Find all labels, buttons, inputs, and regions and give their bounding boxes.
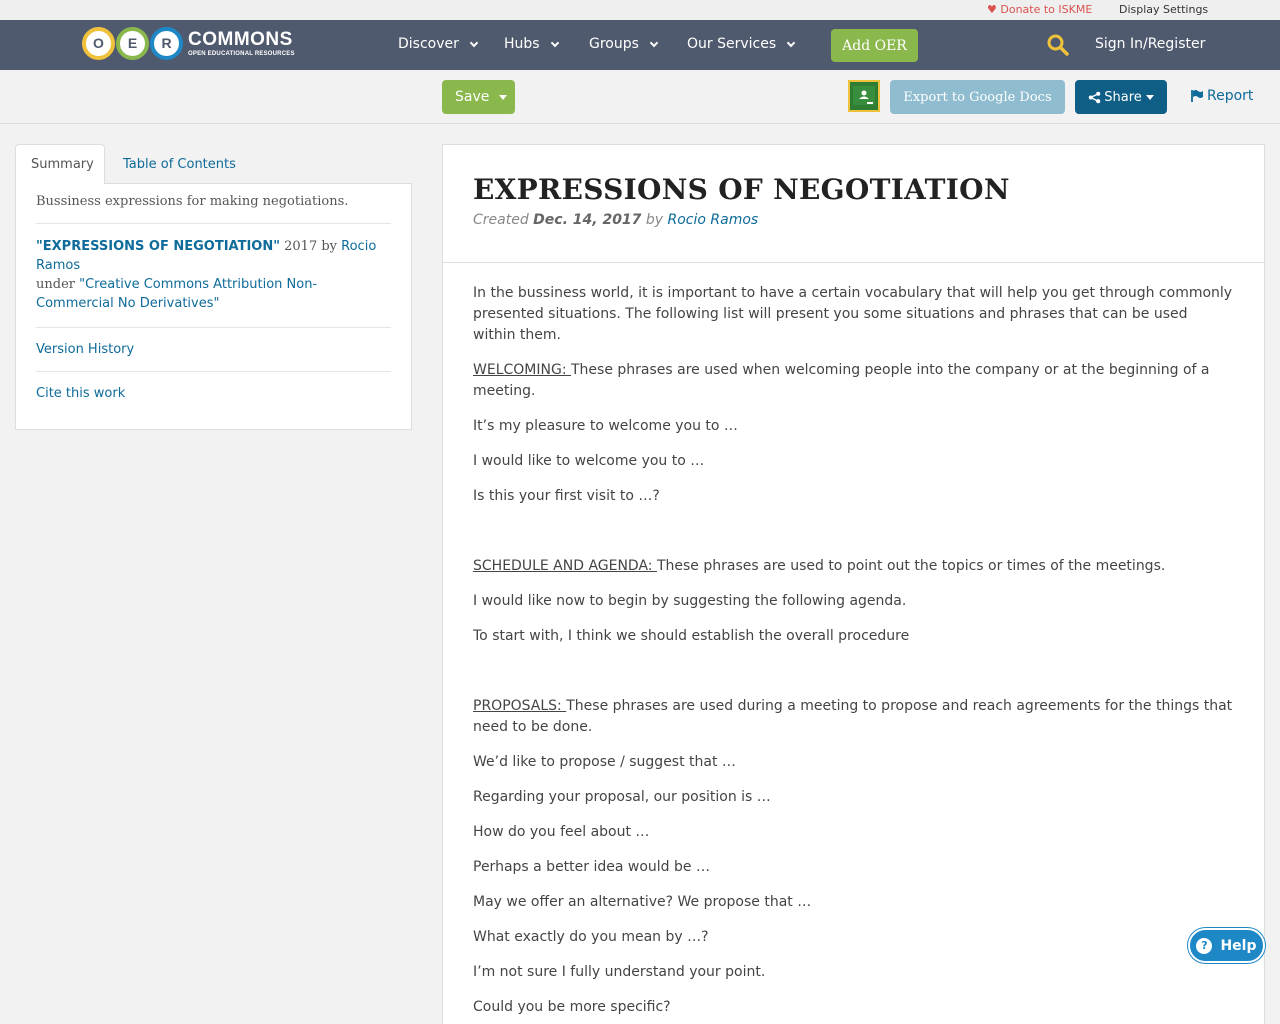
share-icon <box>1088 91 1101 103</box>
main-nav: O E R COMMONS OPEN EDUCATIONAL RESOURCES… <box>0 20 1280 70</box>
nav-our-services[interactable]: Our Services <box>687 36 796 52</box>
resource-content: EXPRESSIONS OF NEGOTIATION Created Dec. … <box>442 144 1265 1024</box>
list-item: It’s my pleasure to welcome you to … <box>473 418 738 434</box>
page-title: EXPRESSIONS OF NEGOTIATION <box>473 173 1010 206</box>
report-link[interactable]: Report <box>1190 88 1253 104</box>
author-link[interactable]: Rocio Ramos <box>668 212 759 228</box>
google-classroom-icon <box>853 86 875 105</box>
chevron-down-icon <box>469 38 479 47</box>
resource-description: Bussiness expressions for making negotia… <box>36 194 391 224</box>
list-item: Regarding your proposal, our position is… <box>473 789 771 805</box>
google-classroom-button[interactable] <box>848 80 880 112</box>
chevron-down-icon <box>786 38 796 47</box>
caret-down-icon <box>499 94 508 100</box>
list-item: To start with, I think we should establi… <box>473 628 910 644</box>
logo-wordmark: COMMONS OPEN EDUCATIONAL RESOURCES <box>188 28 295 57</box>
sidebar-tabs: Summary Table of Contents <box>15 144 412 184</box>
oer-commons-logo[interactable]: O E R COMMONS OPEN EDUCATIONAL RESOURCES <box>82 26 295 60</box>
summary-panel: Bussiness expressions for making negotia… <box>15 183 412 430</box>
sidebar: Summary Table of Contents Bussiness expr… <box>15 144 412 430</box>
list-item: We’d like to propose / suggest that … <box>473 754 736 770</box>
sign-in-register-link[interactable]: Sign In/Register <box>1095 36 1205 52</box>
license-link[interactable]: "Creative Commons Attribution Non-Commer… <box>36 277 317 311</box>
section-schedule: SCHEDULE AND AGENDA: These phrases are u… <box>473 558 1166 574</box>
share-button[interactable]: Share <box>1075 80 1167 114</box>
list-item: What exactly do you mean by …? <box>473 929 709 945</box>
version-history-link[interactable]: Version History <box>36 328 391 372</box>
save-button[interactable]: Save <box>442 80 515 114</box>
nav-hubs[interactable]: Hubs <box>504 36 559 52</box>
flag-icon <box>1191 90 1203 102</box>
list-item: May we offer an alternative? We propose … <box>473 894 812 910</box>
utility-bar: ♥ Donate to ISKME Display Settings <box>0 0 1280 20</box>
action-bar: Save Export to Google Docs Share Report <box>0 70 1280 124</box>
caret-down-icon <box>1145 94 1154 100</box>
search-icon <box>1047 34 1069 56</box>
chevron-down-icon <box>649 38 659 47</box>
list-item: How do you feel about … <box>473 824 650 840</box>
logo-letter-e: E <box>116 26 149 60</box>
logo-letter-o: O <box>82 26 115 60</box>
add-oer-button[interactable]: Add OER <box>831 29 918 62</box>
content-body: In the bussiness world, it is important … <box>443 263 1264 1024</box>
section-welcoming: WELCOMING: These phrases are used when w… <box>473 362 1210 399</box>
display-settings-link[interactable]: Display Settings <box>1119 3 1208 16</box>
list-item: I’m not sure I fully understand your poi… <box>473 964 766 980</box>
attribution-title-link[interactable]: "EXPRESSIONS OF NEGOTIATION" <box>36 239 280 254</box>
list-item: Perhaps a better idea would be … <box>473 859 710 875</box>
created-info: Created Dec. 14, 2017 by Rocio Ramos <box>473 212 759 228</box>
export-google-docs-button[interactable]: Export to Google Docs <box>890 80 1065 114</box>
nav-discover[interactable]: Discover <box>398 36 479 52</box>
cite-this-work-link[interactable]: Cite this work <box>36 372 391 415</box>
list-item: Could you be more specific? <box>473 999 671 1015</box>
search-button[interactable] <box>1046 33 1070 57</box>
nav-groups[interactable]: Groups <box>589 36 659 52</box>
chevron-down-icon <box>550 38 559 47</box>
intro-paragraph: In the bussiness world, it is important … <box>473 285 1233 343</box>
list-item: Is this your first visit to …? <box>473 488 660 504</box>
list-item: I would like to welcome you to … <box>473 453 705 469</box>
donate-link[interactable]: ♥ Donate to ISKME <box>987 3 1092 16</box>
tab-summary[interactable]: Summary <box>15 144 105 184</box>
content-header: EXPRESSIONS OF NEGOTIATION Created Dec. … <box>443 145 1264 263</box>
list-item: I would like now to begin by suggesting … <box>473 593 907 609</box>
question-icon: ? <box>1196 937 1213 954</box>
help-button[interactable]: ? Help <box>1188 928 1265 963</box>
attribution: "EXPRESSIONS OF NEGOTIATION" 2017 by Roc… <box>36 224 391 328</box>
tab-table-of-contents[interactable]: Table of Contents <box>108 144 251 184</box>
heart-icon: ♥ <box>987 3 997 16</box>
section-proposals: PROPOSALS: These phrases are used during… <box>473 698 1233 735</box>
logo-letter-r: R <box>150 26 183 60</box>
